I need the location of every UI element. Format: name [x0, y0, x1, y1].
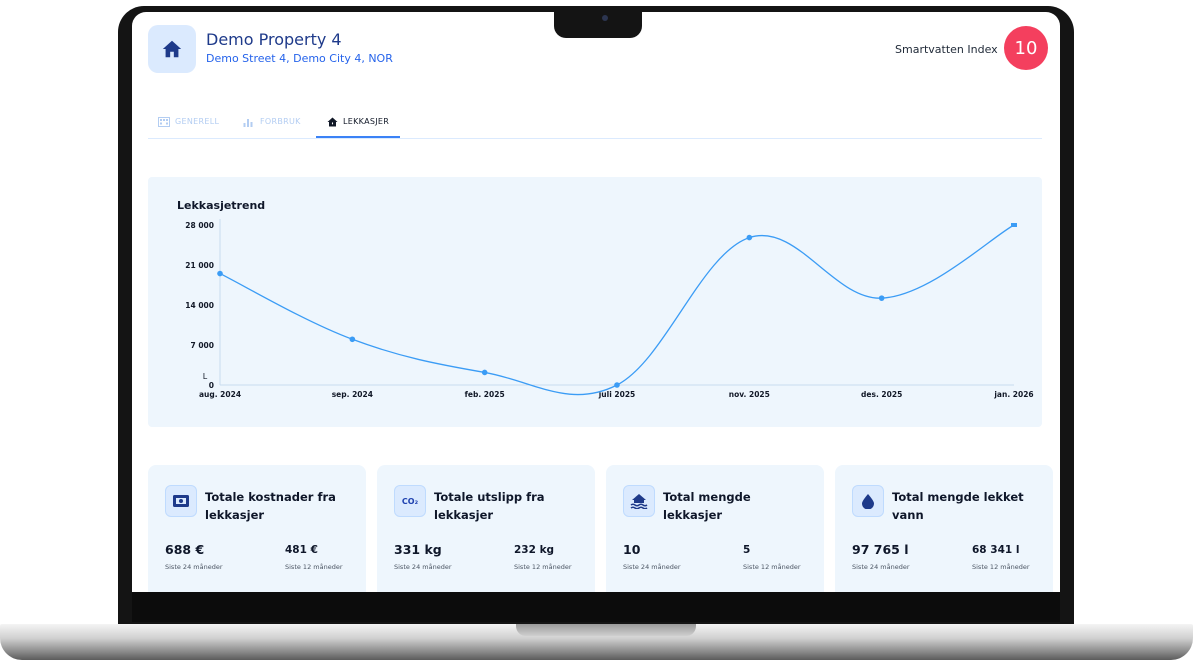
data-point [481, 369, 488, 376]
money-icon [165, 485, 197, 517]
tab-forbruk-label: FORBRUK [260, 117, 301, 126]
tab-forbruk[interactable]: FORBRUK [243, 107, 301, 136]
data-point [614, 382, 620, 388]
y-tick-label: 21 000 [185, 261, 214, 270]
card-title: Totale kostnader fra lekkasjer [205, 490, 336, 522]
x-tick-label: juli 2025 [598, 390, 636, 399]
y-tick-label: 28 000 [185, 221, 214, 230]
stat-label-12m: Siste 12 måneder [285, 563, 343, 571]
stat-value-24m: 688 € [165, 542, 205, 557]
stat-label-12m: Siste 12 måneder [743, 563, 801, 571]
property-home-button[interactable] [148, 25, 196, 73]
stat-value-12m: 481 € [285, 544, 318, 556]
tab-lekkasjer[interactable]: LEKKASJER [316, 107, 401, 138]
card-title: Total mengde lekket vann [892, 490, 1024, 522]
card-leak-count: Total mengde lekkasjer 10 Siste 24 måned… [606, 465, 824, 592]
data-point [878, 295, 885, 301]
stat-value-24m: 331 kg [394, 542, 442, 557]
leak-trend-chart: 0 7 000 14 000 21 000 28 000 Laug. 2024 sep. 2… [185, 219, 1034, 399]
stat-label-24m: Siste 24 måneder [394, 563, 452, 571]
property-title: Demo Property 4 [206, 30, 342, 49]
stat-value-24m: 97 765 l [852, 542, 909, 557]
tab-bar: GENERELL FORBRUK LEKKASJER [148, 107, 1042, 139]
house-leak-icon [327, 117, 338, 126]
data-point [349, 336, 356, 343]
screen-bezel [132, 592, 1060, 622]
data-point [746, 234, 753, 241]
x-tick-label: des. 2025 [861, 390, 902, 399]
card-leak-emissions: CO₂ Totale utslipp fra lekkasjer 331 kg … [377, 465, 595, 592]
tab-lekkasjer-label: LEKKASJER [343, 117, 390, 126]
bar-chart-icon [243, 118, 253, 127]
tab-generell-label: GENERELL [175, 117, 220, 126]
index-badge[interactable]: 10 [1004, 26, 1048, 70]
x-tick-label: aug. 2024 [199, 390, 241, 399]
x-tick-label: nov. 2025 [729, 390, 770, 399]
stat-label-24m: Siste 24 måneder [623, 563, 681, 571]
camera-notch [554, 6, 642, 38]
stat-label-12m: Siste 12 måneder [972, 563, 1030, 571]
stat-label-12m: Siste 12 måneder [514, 563, 572, 571]
app-screen: Demo Property 4 Demo Street 4, Demo City… [132, 12, 1060, 592]
stat-value-12m: 232 kg [514, 544, 555, 556]
laptop-opening-notch [516, 624, 696, 636]
building-icon [158, 116, 170, 127]
data-point [217, 270, 223, 277]
card-leaked-water: Total mengde lekket vann 97 765 l Siste … [835, 465, 1053, 592]
stat-label-24m: Siste 24 måneder [852, 563, 910, 571]
card-leak-costs: Totale kostnader fra lekkasjer 688 € Sis… [148, 465, 366, 592]
card-title: Totale utslipp fra lekkasjer [434, 490, 545, 522]
co2-icon: CO₂ [394, 485, 426, 517]
index-label: Smartvatten Index [895, 43, 998, 56]
x-tick-label: jan. 2026 [993, 390, 1033, 399]
y-axis-label: L [203, 372, 208, 381]
y-tick-label: 14 000 [185, 301, 214, 310]
flooded-house-icon [623, 485, 655, 517]
card-title: Total mengde lekkasjer [663, 490, 751, 522]
data-point-marker [1011, 223, 1017, 227]
water-drop-icon [852, 485, 884, 517]
leak-trend-line [219, 224, 1015, 396]
y-tick-label: 7 000 [191, 341, 215, 350]
tab-generell[interactable]: GENERELL [158, 107, 219, 136]
stat-value-24m: 10 [623, 542, 641, 557]
leak-trend-panel: Lekkasjetrend 07 000 14 000 21 000 28 000 La… [148, 177, 1042, 427]
home-icon [162, 40, 182, 58]
x-tick-label: sep. 2024 [332, 390, 373, 399]
property-address: Demo Street 4, Demo City 4, NOR [206, 52, 393, 65]
stat-value-12m: 5 [743, 544, 751, 556]
camera-icon [602, 15, 608, 21]
x-tick-label: feb. 2025 [465, 390, 505, 399]
stat-label-24m: Siste 24 måneder [165, 563, 223, 571]
y-tick-label: 0 [209, 381, 214, 390]
stat-value-12m: 68 341 l [972, 544, 1020, 556]
